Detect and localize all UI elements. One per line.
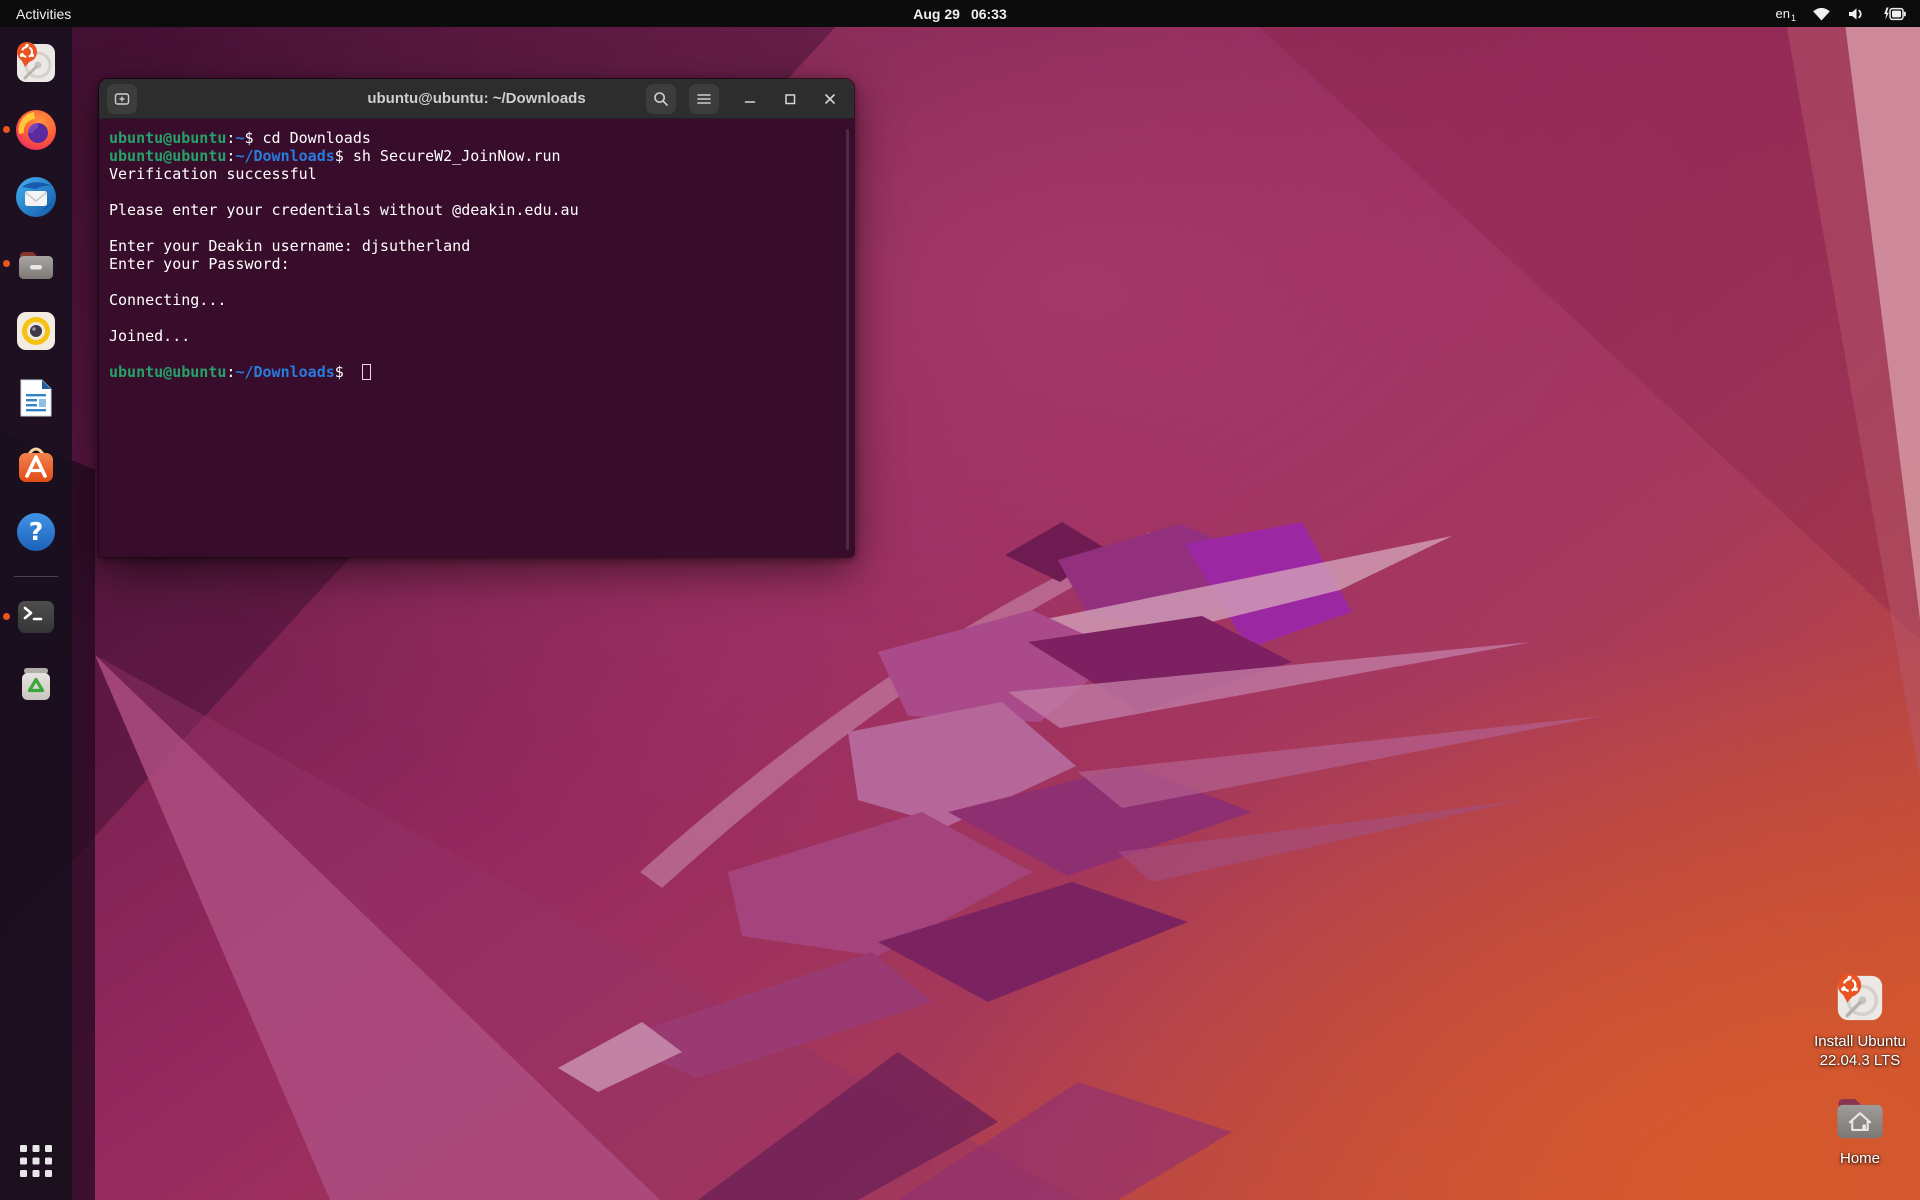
- dock-item-thunderbird[interactable]: [0, 173, 72, 221]
- minimize-button[interactable]: [735, 84, 765, 114]
- terminal-scrollbar[interactable]: [846, 129, 849, 550]
- ubuntu-software-icon: [12, 441, 60, 489]
- install-ubuntu-icon: [12, 39, 60, 87]
- close-icon: [822, 91, 838, 107]
- hamburger-menu-button[interactable]: [689, 84, 719, 114]
- new-tab-button[interactable]: [107, 84, 137, 114]
- libreoffice-writer-icon: [12, 374, 60, 422]
- search-icon: [651, 89, 671, 109]
- dock-item-libreoffice-writer[interactable]: [0, 374, 72, 422]
- new-tab-icon: [112, 89, 132, 109]
- show-apps-button[interactable]: [16, 1141, 56, 1186]
- install-ubuntu-desktop-icon: [1832, 970, 1888, 1026]
- desktop-icon-home[interactable]: Home: [1800, 1093, 1920, 1168]
- clock-date: Aug 29: [913, 6, 960, 22]
- system-tray[interactable]: en1: [1776, 6, 1907, 22]
- terminal-body[interactable]: ubuntu@ubuntu:~$ cd Downloadsubuntu@ubun…: [99, 119, 854, 558]
- top-bar: Activities Aug 29 06:33 en1: [0, 0, 1920, 27]
- desktop-icon-install-ubuntu[interactable]: Install Ubuntu 22.04.3 LTS: [1800, 970, 1920, 1070]
- volume-icon: [1847, 6, 1866, 22]
- home-folder-icon: [1831, 1093, 1889, 1143]
- dock-divider: [14, 576, 58, 577]
- clock-time: 06:33: [971, 6, 1007, 22]
- rhythmbox-icon: [12, 307, 60, 355]
- running-indicator: [3, 613, 10, 620]
- search-button[interactable]: [646, 84, 676, 114]
- thunderbird-icon: [12, 173, 60, 221]
- desktop-icon-label: Home: [1840, 1149, 1880, 1168]
- minimize-icon: [742, 91, 758, 107]
- running-indicator: [3, 260, 10, 267]
- battery-charging-icon: [1882, 6, 1907, 22]
- dock-item-firefox[interactable]: [0, 106, 72, 154]
- maximize-icon: [782, 91, 798, 107]
- help-icon: ?: [12, 508, 60, 556]
- hamburger-menu-icon: [694, 89, 714, 109]
- activities-button[interactable]: Activities: [16, 6, 71, 22]
- terminal-window: ubuntu@ubuntu: ~/Downloads: [98, 78, 855, 558]
- files-icon: [12, 240, 60, 288]
- maximize-button[interactable]: [775, 84, 805, 114]
- dock-item-install-ubuntu[interactable]: [0, 39, 72, 87]
- dock-item-rhythmbox[interactable]: [0, 307, 72, 355]
- dock: ?: [0, 27, 72, 1200]
- terminal-cursor: [362, 364, 371, 380]
- show-apps-grid-icon: [16, 1141, 56, 1181]
- dock-item-trash[interactable]: [0, 660, 72, 708]
- terminal-icon: [12, 593, 60, 641]
- wifi-icon: [1812, 6, 1831, 22]
- trash-icon: [12, 660, 60, 708]
- dock-item-ubuntu-software[interactable]: [0, 441, 72, 489]
- terminal-titlebar[interactable]: ubuntu@ubuntu: ~/Downloads: [99, 79, 854, 119]
- dock-item-terminal[interactable]: [0, 593, 72, 641]
- dock-item-files[interactable]: [0, 240, 72, 288]
- terminal-output: ubuntu@ubuntu:~$ cd Downloadsubuntu@ubun…: [109, 129, 854, 381]
- firefox-icon: [12, 106, 60, 154]
- desktop: Activities Aug 29 06:33 en1: [0, 0, 1920, 1200]
- dock-item-help[interactable]: ?: [0, 508, 72, 556]
- svg-text:?: ?: [29, 517, 44, 546]
- running-indicator: [3, 126, 10, 133]
- close-button[interactable]: [815, 84, 845, 114]
- clock-button[interactable]: Aug 29 06:33: [913, 6, 1007, 22]
- keyboard-layout-indicator: en1: [1776, 6, 1796, 21]
- desktop-icon-label: Install Ubuntu 22.04.3 LTS: [1814, 1032, 1906, 1070]
